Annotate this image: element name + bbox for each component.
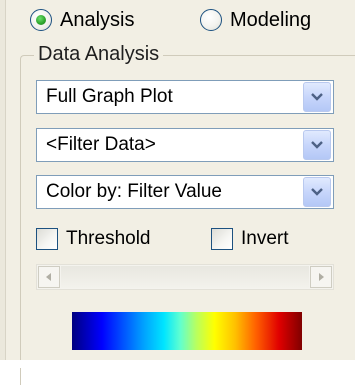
- radio-modeling[interactable]: Modeling: [200, 6, 311, 34]
- radio-indicator-analysis[interactable]: [30, 9, 52, 31]
- color-by-value: Color by: Filter Value: [46, 181, 222, 202]
- invert-checkbox-box[interactable]: [211, 228, 233, 250]
- radio-analysis-label: Analysis: [60, 8, 135, 31]
- plot-type-dropdown[interactable]: Full Graph Plot: [36, 80, 334, 114]
- plot-type-value: Full Graph Plot: [46, 86, 173, 107]
- control-panel: Analysis Modeling Data Analysis Full Gra…: [0, 0, 355, 385]
- filter-data-dropdown[interactable]: <Filter Data>: [36, 128, 334, 162]
- arrow-left-icon[interactable]: [38, 266, 60, 288]
- chevron-down-icon[interactable]: [303, 130, 331, 160]
- chevron-down-icon[interactable]: [303, 82, 331, 112]
- threshold-checkbox[interactable]: Threshold: [36, 226, 151, 252]
- panel-bottom-edge: [0, 360, 355, 368]
- invert-checkbox[interactable]: Invert: [211, 226, 289, 252]
- colormap-bar: [72, 312, 302, 350]
- radio-modeling-label: Modeling: [230, 8, 312, 31]
- threshold-checkbox-box[interactable]: [36, 228, 58, 250]
- scrollbar-track[interactable]: [61, 266, 309, 288]
- threshold-scrollbar[interactable]: [36, 264, 334, 290]
- invert-label: Invert: [241, 228, 289, 249]
- radio-analysis[interactable]: Analysis: [30, 6, 134, 34]
- filter-data-value: <Filter Data>: [46, 134, 156, 155]
- chevron-down-icon[interactable]: [303, 177, 331, 207]
- color-by-dropdown[interactable]: Color by: Filter Value: [36, 175, 334, 209]
- arrow-right-icon[interactable]: [310, 266, 332, 288]
- group-title: Data Analysis: [34, 43, 164, 66]
- radio-indicator-modeling[interactable]: [200, 9, 222, 31]
- panel-left-edge: [0, 0, 6, 368]
- threshold-label: Threshold: [66, 228, 151, 249]
